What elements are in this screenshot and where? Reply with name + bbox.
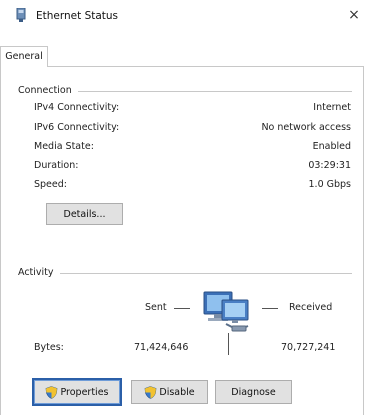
speed-label: Speed:	[34, 179, 67, 190]
diagnose-button[interactable]: Diagnose	[215, 380, 292, 404]
window-title: Ethernet Status	[36, 10, 119, 22]
activity-group-line	[18, 273, 352, 274]
speed-value: 1.0 Gbps	[308, 179, 352, 190]
bytes-label: Bytes:	[34, 342, 64, 353]
media-state-value: Enabled	[312, 141, 351, 152]
disable-button[interactable]: Disable	[131, 380, 208, 404]
close-button[interactable]: ×	[343, 4, 365, 26]
tab-general[interactable]: General	[0, 46, 48, 67]
duration-label: Duration:	[34, 160, 79, 171]
network-adapter-icon	[16, 8, 26, 22]
properties-button[interactable]: Properties	[32, 378, 122, 406]
network-computers-icon	[203, 291, 249, 332]
ipv6-value: No network access	[261, 122, 351, 133]
properties-button-label: Properties	[60, 386, 109, 398]
duration-value: 03:29:31	[308, 160, 351, 171]
details-button-label: Details...	[63, 208, 106, 220]
title-bar: Ethernet Status ×	[0, 0, 371, 34]
received-label: Received	[289, 302, 333, 313]
diagnose-button-label: Diagnose	[231, 386, 276, 398]
media-state-label: Media State:	[34, 141, 94, 152]
ipv4-value: Internet	[313, 102, 351, 113]
sent-label: Sent	[145, 302, 167, 313]
tab-panel	[0, 66, 364, 415]
received-dash	[262, 308, 278, 309]
activity-group-label: Activity	[18, 267, 60, 278]
ipv4-label: IPv4 Connectivity:	[34, 102, 120, 113]
bytes-sent-value: 71,424,646	[134, 342, 189, 353]
ipv6-label: IPv6 Connectivity:	[34, 122, 120, 133]
uac-shield-icon	[46, 385, 58, 399]
uac-shield-icon	[145, 385, 157, 399]
sent-dash	[174, 308, 190, 309]
bytes-separator	[228, 333, 229, 355]
connection-group-label: Connection	[18, 85, 78, 96]
disable-button-label: Disable	[159, 386, 195, 398]
details-button[interactable]: Details...	[46, 203, 123, 225]
bytes-received-value: 70,727,241	[281, 342, 336, 353]
